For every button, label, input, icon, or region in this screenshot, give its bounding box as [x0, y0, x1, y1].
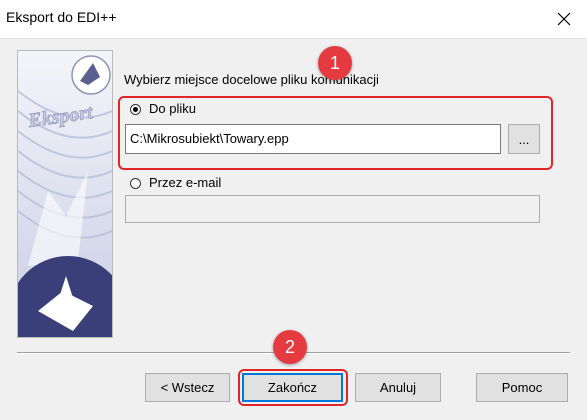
annotation-highlight-file [118, 96, 553, 170]
radio-przez-email[interactable] [130, 178, 141, 189]
close-icon [557, 12, 571, 26]
email-input[interactable] [125, 195, 540, 223]
annotation-badge-1: 1 [318, 46, 352, 80]
back-button[interactable]: < Wstecz [145, 373, 230, 402]
title-bar: Eksport do EDI++ [0, 0, 587, 39]
annotation-badge-2: 2 [273, 330, 307, 364]
cancel-button[interactable]: Anuluj [355, 373, 441, 402]
radio-przez-email-label[interactable]: Przez e-mail [149, 175, 221, 190]
help-button[interactable]: Pomoc [476, 373, 568, 402]
close-button[interactable] [541, 0, 587, 38]
window-title: Eksport do EDI++ [6, 9, 117, 25]
annotation-highlight-finish [238, 369, 348, 406]
wizard-side-image: Eksport [17, 50, 113, 338]
